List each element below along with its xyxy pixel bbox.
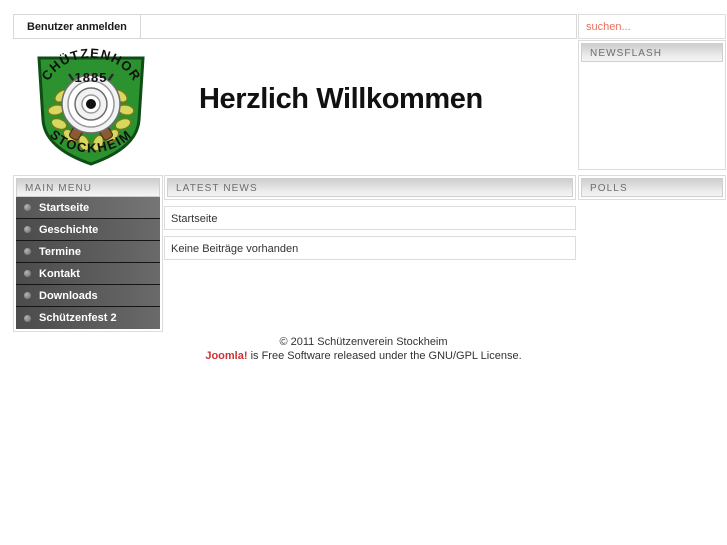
polls-title: POLLS	[581, 178, 723, 197]
site-footer: © 2011 Schützenverein Stockheim Joomla! …	[0, 336, 727, 363]
newsflash-module: NEWSFLASH	[578, 40, 726, 170]
sidebar-item-label: Startseite	[39, 201, 90, 214]
sidebar-item-label: Downloads	[39, 289, 98, 302]
sidebar-item-termine[interactable]: Termine	[16, 241, 160, 263]
sidebar-item-label: Schützenfest 2	[39, 312, 117, 324]
sidebar-item-geschichte[interactable]: Geschichte	[16, 219, 160, 241]
bullet-icon	[24, 314, 31, 322]
sidebar-item-label: Termine	[39, 245, 81, 258]
sidebar-item-kontakt[interactable]: Kontakt	[16, 263, 160, 285]
site-header-banner: SCHÜTZENHORT 1885 STOCKHEIM Herzlich Wil…	[13, 32, 577, 172]
sidebar-item-label: Geschichte	[39, 223, 99, 236]
footer-copyright: © 2011 Schützenverein Stockheim	[279, 336, 448, 348]
bullet-icon	[24, 292, 31, 299]
bullet-icon	[24, 226, 31, 233]
footer-license: Joomla! is Free Software released under …	[0, 350, 727, 363]
content-heading-box: Startseite	[164, 206, 576, 230]
main-menu-list: Startseite Geschichte Termine Kontakt Do…	[16, 197, 160, 329]
footer-license-text: is Free Software released under the GNU/…	[247, 350, 522, 362]
search-box[interactable]	[578, 14, 726, 39]
bullet-icon	[24, 270, 31, 277]
page-title: Herzlich Willkommen	[199, 83, 483, 115]
content-column: LATEST NEWS Startseite Keine Beiträge vo…	[164, 175, 576, 260]
joomla-link[interactable]: Joomla!	[205, 350, 247, 362]
latest-news-module: LATEST NEWS	[164, 175, 576, 200]
bullet-icon	[24, 248, 31, 255]
latest-news-title: LATEST NEWS	[167, 178, 573, 197]
polls-module: POLLS	[578, 175, 726, 200]
login-tab-label: Benutzer anmelden	[27, 20, 127, 33]
main-menu-title: MAIN MENU	[16, 178, 160, 197]
sidebar-item-downloads[interactable]: Downloads	[16, 285, 160, 307]
newsflash-title: NEWSFLASH	[581, 43, 723, 62]
login-tab-bar: Benutzer anmelden	[13, 14, 577, 39]
shield-crest-icon: SCHÜTZENHORT 1885 STOCKHEIM	[24, 32, 145, 166]
search-input[interactable]	[579, 20, 725, 33]
svg-text:1885: 1885	[75, 70, 108, 85]
bullet-icon	[24, 204, 31, 211]
login-tab-bar-filler	[141, 15, 576, 38]
content-empty-message: Keine Beiträge vorhanden	[164, 236, 576, 260]
club-logo: SCHÜTZENHORT 1885 STOCKHEIM	[24, 32, 153, 168]
login-tab[interactable]: Benutzer anmelden	[14, 15, 141, 38]
main-menu-module: MAIN MENU Startseite Geschichte Termine …	[13, 175, 163, 332]
sidebar-item-label: Kontakt	[39, 267, 80, 280]
sidebar-item-startseite[interactable]: Startseite	[16, 197, 160, 219]
sidebar-item-schuetzenfest-2[interactable]: Schützenfest 2	[16, 307, 160, 329]
